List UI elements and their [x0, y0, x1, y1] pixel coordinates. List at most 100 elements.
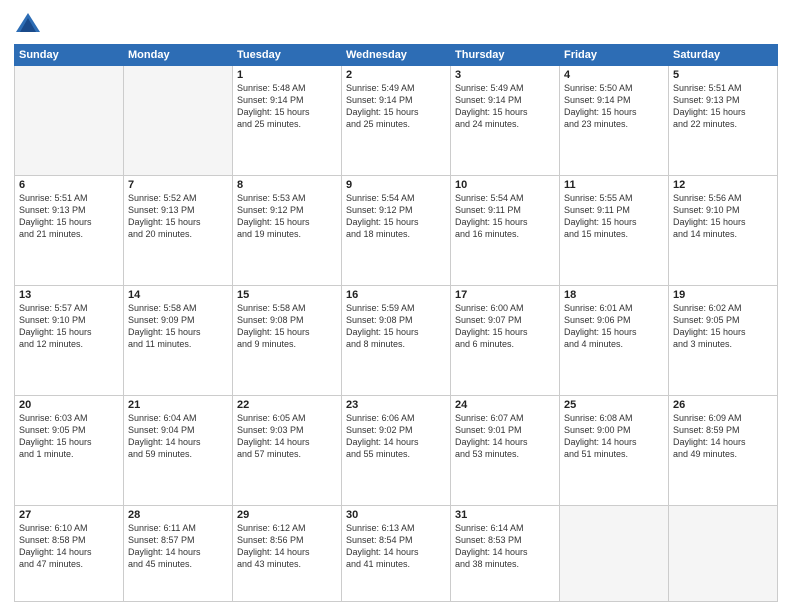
day-number: 4 [564, 69, 664, 81]
calendar-day-cell [560, 505, 669, 601]
day-number: 5 [673, 69, 773, 81]
calendar-day-cell [124, 66, 233, 176]
day-number: 9 [346, 179, 446, 191]
day-number: 24 [455, 399, 555, 411]
calendar-day-header: Friday [560, 45, 669, 66]
calendar-day-cell: 7Sunrise: 5:52 AM Sunset: 9:13 PM Daylig… [124, 175, 233, 285]
calendar-day-cell: 14Sunrise: 5:58 AM Sunset: 9:09 PM Dayli… [124, 285, 233, 395]
calendar-header-row: SundayMondayTuesdayWednesdayThursdayFrid… [15, 45, 778, 66]
calendar-day-cell: 29Sunrise: 6:12 AM Sunset: 8:56 PM Dayli… [233, 505, 342, 601]
calendar-day-cell: 6Sunrise: 5:51 AM Sunset: 9:13 PM Daylig… [15, 175, 124, 285]
logo [14, 10, 46, 38]
calendar-day-cell: 3Sunrise: 5:49 AM Sunset: 9:14 PM Daylig… [451, 66, 560, 176]
calendar-week-row: 20Sunrise: 6:03 AM Sunset: 9:05 PM Dayli… [15, 395, 778, 505]
day-info: Sunrise: 6:12 AM Sunset: 8:56 PM Dayligh… [237, 522, 337, 571]
day-info: Sunrise: 6:14 AM Sunset: 8:53 PM Dayligh… [455, 522, 555, 571]
day-info: Sunrise: 5:49 AM Sunset: 9:14 PM Dayligh… [346, 82, 446, 131]
day-number: 15 [237, 289, 337, 301]
day-info: Sunrise: 5:53 AM Sunset: 9:12 PM Dayligh… [237, 192, 337, 241]
calendar: SundayMondayTuesdayWednesdayThursdayFrid… [14, 44, 778, 602]
day-number: 14 [128, 289, 228, 301]
calendar-day-cell: 5Sunrise: 5:51 AM Sunset: 9:13 PM Daylig… [669, 66, 778, 176]
day-info: Sunrise: 5:55 AM Sunset: 9:11 PM Dayligh… [564, 192, 664, 241]
day-info: Sunrise: 5:58 AM Sunset: 9:08 PM Dayligh… [237, 302, 337, 351]
day-number: 19 [673, 289, 773, 301]
calendar-day-header: Saturday [669, 45, 778, 66]
day-info: Sunrise: 5:57 AM Sunset: 9:10 PM Dayligh… [19, 302, 119, 351]
day-info: Sunrise: 5:49 AM Sunset: 9:14 PM Dayligh… [455, 82, 555, 131]
calendar-day-cell: 1Sunrise: 5:48 AM Sunset: 9:14 PM Daylig… [233, 66, 342, 176]
calendar-day-cell: 8Sunrise: 5:53 AM Sunset: 9:12 PM Daylig… [233, 175, 342, 285]
day-number: 3 [455, 69, 555, 81]
day-number: 18 [564, 289, 664, 301]
day-info: Sunrise: 6:01 AM Sunset: 9:06 PM Dayligh… [564, 302, 664, 351]
calendar-day-cell: 2Sunrise: 5:49 AM Sunset: 9:14 PM Daylig… [342, 66, 451, 176]
calendar-day-cell: 19Sunrise: 6:02 AM Sunset: 9:05 PM Dayli… [669, 285, 778, 395]
calendar-day-cell: 21Sunrise: 6:04 AM Sunset: 9:04 PM Dayli… [124, 395, 233, 505]
calendar-day-cell: 22Sunrise: 6:05 AM Sunset: 9:03 PM Dayli… [233, 395, 342, 505]
calendar-day-cell [669, 505, 778, 601]
page: SundayMondayTuesdayWednesdayThursdayFrid… [0, 0, 792, 612]
day-info: Sunrise: 5:51 AM Sunset: 9:13 PM Dayligh… [673, 82, 773, 131]
logo-icon [14, 10, 42, 38]
day-info: Sunrise: 6:04 AM Sunset: 9:04 PM Dayligh… [128, 412, 228, 461]
calendar-day-cell: 12Sunrise: 5:56 AM Sunset: 9:10 PM Dayli… [669, 175, 778, 285]
calendar-day-cell: 18Sunrise: 6:01 AM Sunset: 9:06 PM Dayli… [560, 285, 669, 395]
calendar-day-cell: 11Sunrise: 5:55 AM Sunset: 9:11 PM Dayli… [560, 175, 669, 285]
calendar-day-cell: 17Sunrise: 6:00 AM Sunset: 9:07 PM Dayli… [451, 285, 560, 395]
day-number: 8 [237, 179, 337, 191]
day-number: 25 [564, 399, 664, 411]
day-info: Sunrise: 5:56 AM Sunset: 9:10 PM Dayligh… [673, 192, 773, 241]
day-number: 12 [673, 179, 773, 191]
calendar-day-header: Monday [124, 45, 233, 66]
day-info: Sunrise: 6:00 AM Sunset: 9:07 PM Dayligh… [455, 302, 555, 351]
day-info: Sunrise: 5:48 AM Sunset: 9:14 PM Dayligh… [237, 82, 337, 131]
day-info: Sunrise: 6:02 AM Sunset: 9:05 PM Dayligh… [673, 302, 773, 351]
calendar-day-cell: 28Sunrise: 6:11 AM Sunset: 8:57 PM Dayli… [124, 505, 233, 601]
day-info: Sunrise: 5:51 AM Sunset: 9:13 PM Dayligh… [19, 192, 119, 241]
day-number: 26 [673, 399, 773, 411]
day-info: Sunrise: 5:59 AM Sunset: 9:08 PM Dayligh… [346, 302, 446, 351]
day-info: Sunrise: 6:08 AM Sunset: 9:00 PM Dayligh… [564, 412, 664, 461]
day-number: 7 [128, 179, 228, 191]
day-info: Sunrise: 6:11 AM Sunset: 8:57 PM Dayligh… [128, 522, 228, 571]
day-info: Sunrise: 6:07 AM Sunset: 9:01 PM Dayligh… [455, 412, 555, 461]
day-number: 21 [128, 399, 228, 411]
day-info: Sunrise: 6:13 AM Sunset: 8:54 PM Dayligh… [346, 522, 446, 571]
day-number: 11 [564, 179, 664, 191]
day-number: 28 [128, 509, 228, 521]
calendar-week-row: 6Sunrise: 5:51 AM Sunset: 9:13 PM Daylig… [15, 175, 778, 285]
day-number: 29 [237, 509, 337, 521]
day-info: Sunrise: 6:03 AM Sunset: 9:05 PM Dayligh… [19, 412, 119, 461]
calendar-day-cell: 4Sunrise: 5:50 AM Sunset: 9:14 PM Daylig… [560, 66, 669, 176]
calendar-day-cell: 25Sunrise: 6:08 AM Sunset: 9:00 PM Dayli… [560, 395, 669, 505]
day-number: 17 [455, 289, 555, 301]
calendar-day-cell: 31Sunrise: 6:14 AM Sunset: 8:53 PM Dayli… [451, 505, 560, 601]
day-info: Sunrise: 6:05 AM Sunset: 9:03 PM Dayligh… [237, 412, 337, 461]
day-info: Sunrise: 5:58 AM Sunset: 9:09 PM Dayligh… [128, 302, 228, 351]
calendar-day-cell: 26Sunrise: 6:09 AM Sunset: 8:59 PM Dayli… [669, 395, 778, 505]
day-number: 23 [346, 399, 446, 411]
calendar-day-cell: 20Sunrise: 6:03 AM Sunset: 9:05 PM Dayli… [15, 395, 124, 505]
calendar-day-cell: 15Sunrise: 5:58 AM Sunset: 9:08 PM Dayli… [233, 285, 342, 395]
day-number: 30 [346, 509, 446, 521]
calendar-day-cell: 24Sunrise: 6:07 AM Sunset: 9:01 PM Dayli… [451, 395, 560, 505]
day-info: Sunrise: 5:50 AM Sunset: 9:14 PM Dayligh… [564, 82, 664, 131]
day-info: Sunrise: 6:09 AM Sunset: 8:59 PM Dayligh… [673, 412, 773, 461]
day-number: 2 [346, 69, 446, 81]
day-number: 13 [19, 289, 119, 301]
calendar-day-header: Wednesday [342, 45, 451, 66]
day-number: 16 [346, 289, 446, 301]
calendar-week-row: 1Sunrise: 5:48 AM Sunset: 9:14 PM Daylig… [15, 66, 778, 176]
calendar-day-header: Sunday [15, 45, 124, 66]
calendar-day-cell: 23Sunrise: 6:06 AM Sunset: 9:02 PM Dayli… [342, 395, 451, 505]
calendar-day-header: Tuesday [233, 45, 342, 66]
calendar-week-row: 13Sunrise: 5:57 AM Sunset: 9:10 PM Dayli… [15, 285, 778, 395]
calendar-day-cell [15, 66, 124, 176]
day-number: 31 [455, 509, 555, 521]
day-number: 20 [19, 399, 119, 411]
day-number: 6 [19, 179, 119, 191]
day-info: Sunrise: 5:54 AM Sunset: 9:12 PM Dayligh… [346, 192, 446, 241]
calendar-day-cell: 16Sunrise: 5:59 AM Sunset: 9:08 PM Dayli… [342, 285, 451, 395]
day-number: 22 [237, 399, 337, 411]
